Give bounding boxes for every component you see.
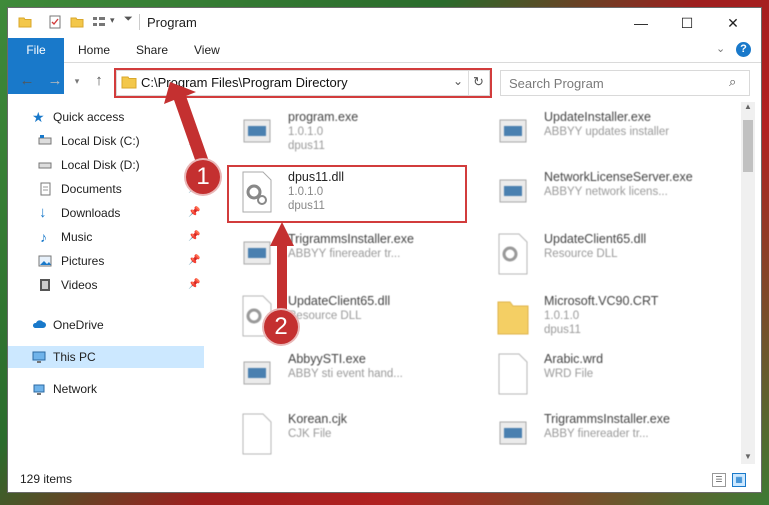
callout-1: 1 [186,160,220,194]
annotation-overlay [164,82,294,318]
callout-2: 2 [264,310,298,344]
arrow-2 [270,222,294,318]
